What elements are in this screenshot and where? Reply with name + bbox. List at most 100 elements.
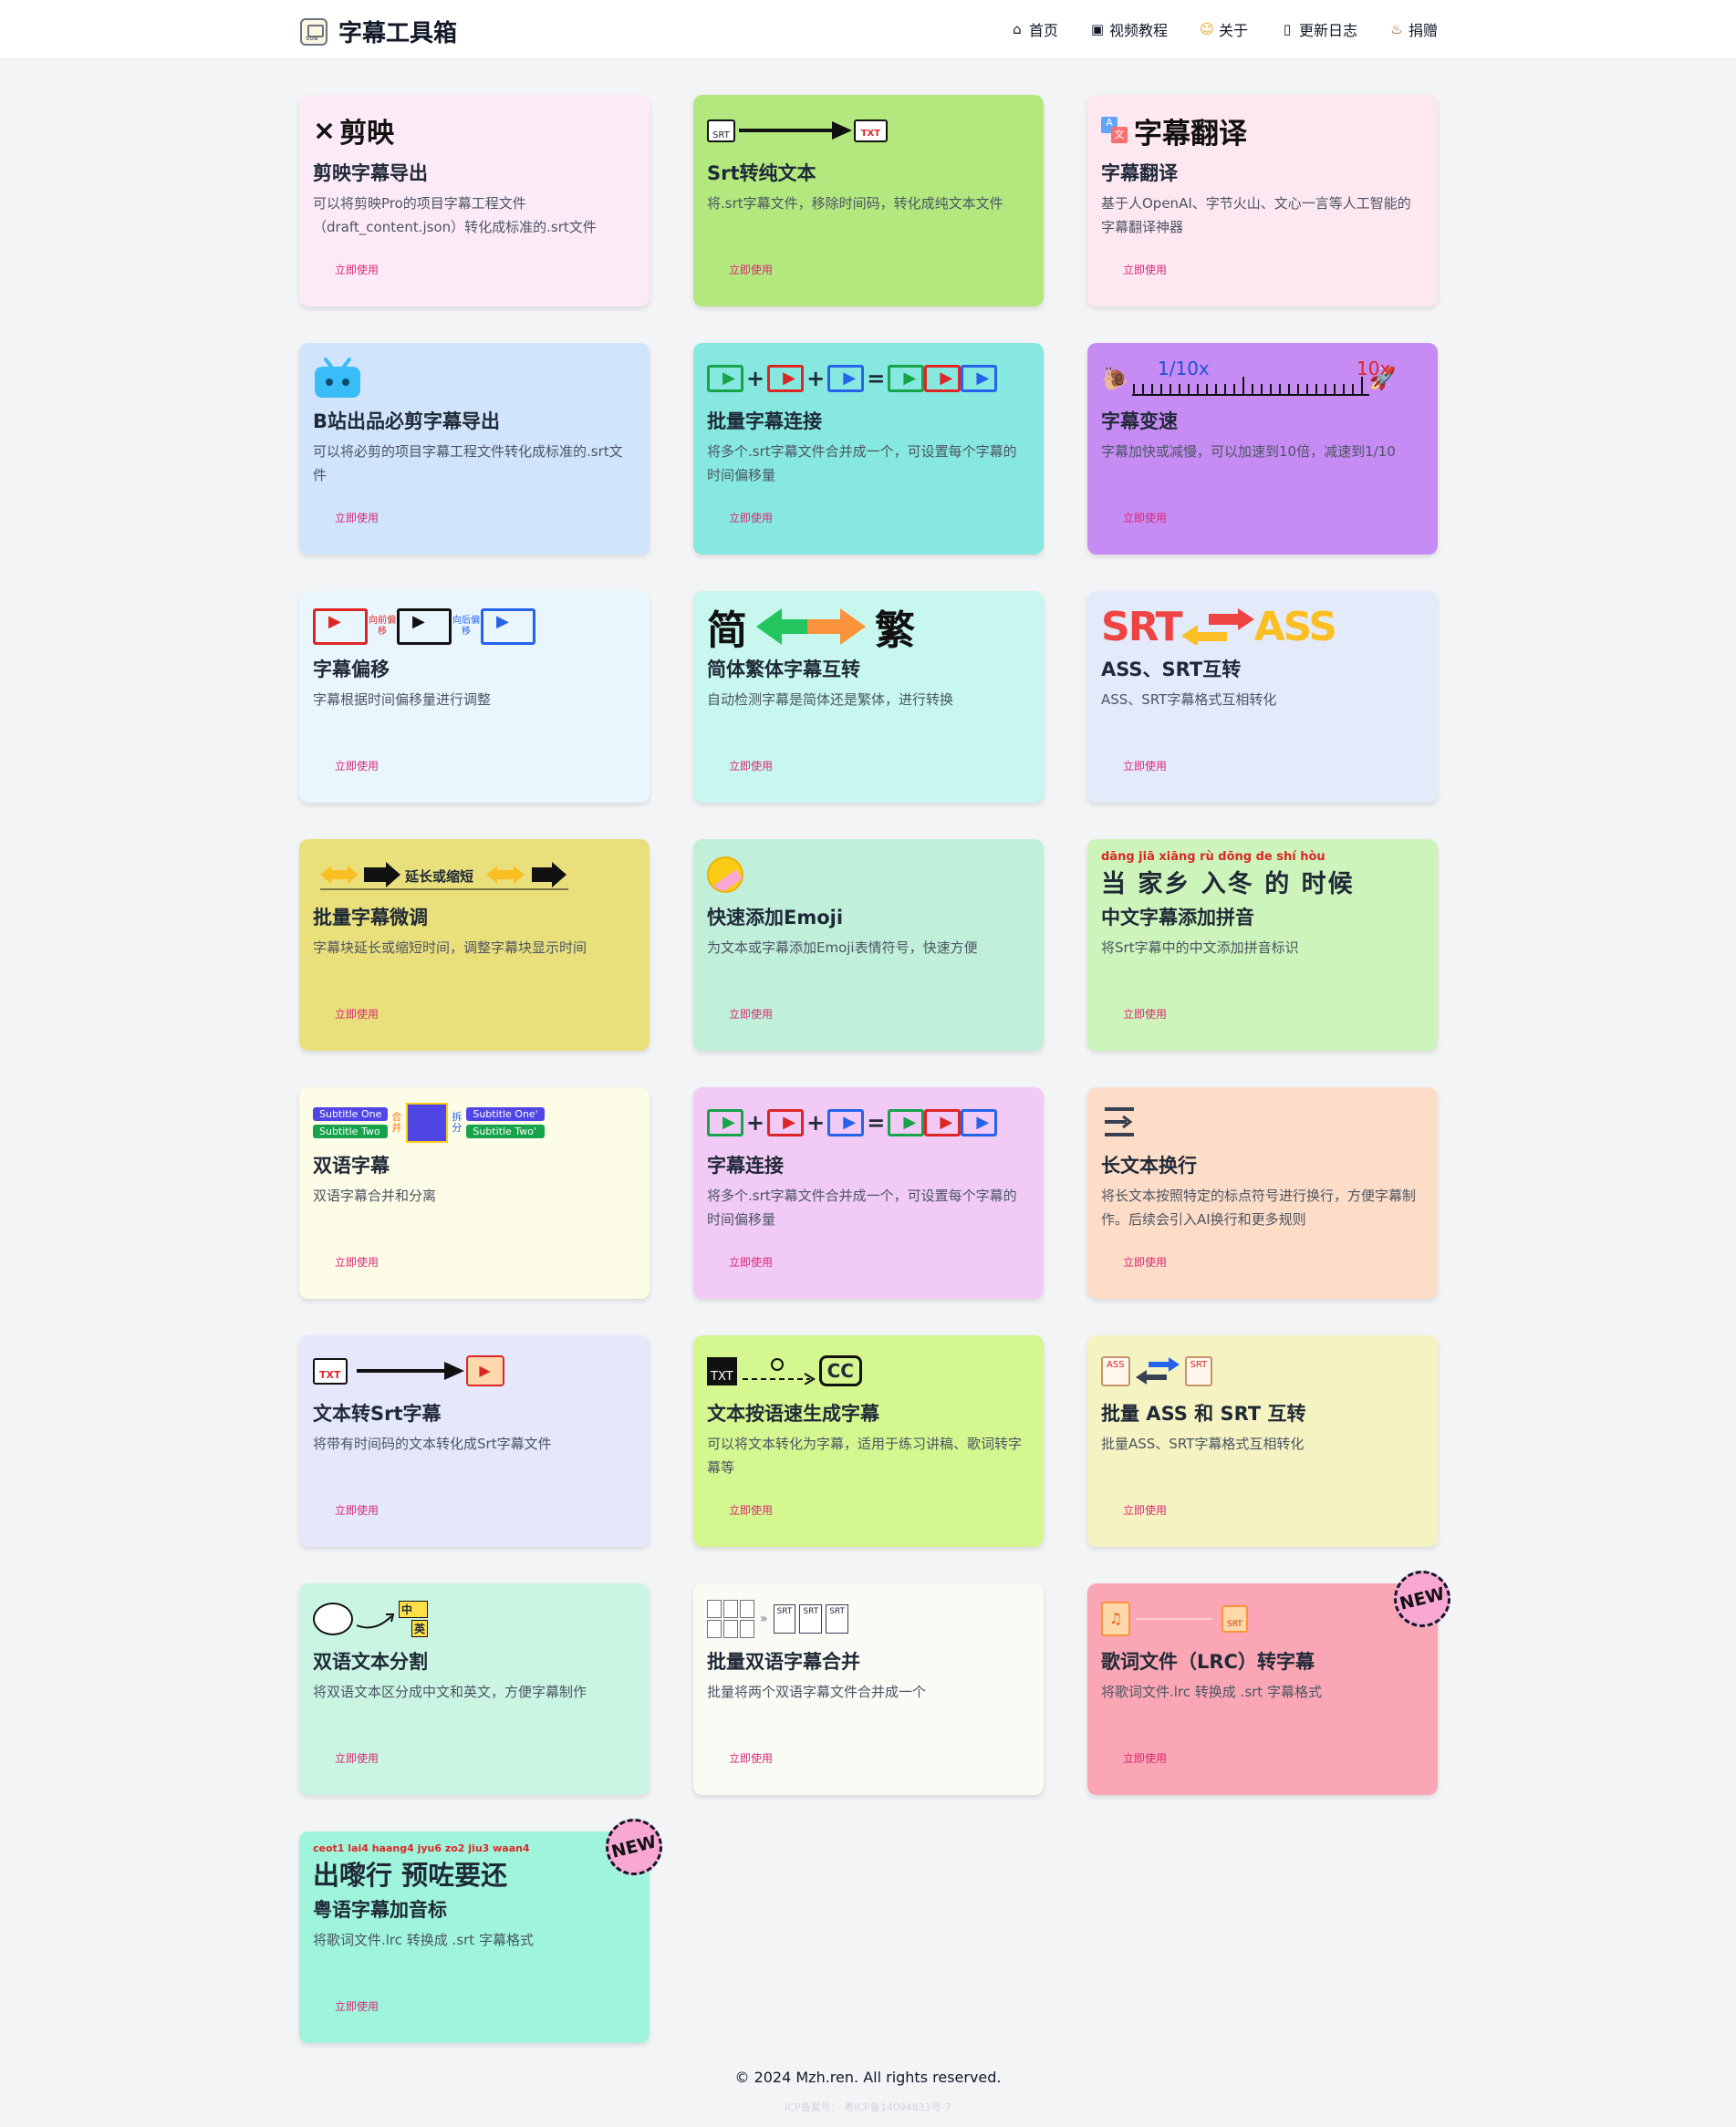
- tool-card-jianying-export[interactable]: ⨯ 剪映 剪映字幕导出 可以将剪映Pro的项目字幕工程文件（draft_conte…: [299, 95, 650, 306]
- snail-icon: 🐌: [1101, 366, 1128, 391]
- card-desc: 将带有时间码的文本转化成Srt字幕文件: [313, 1436, 552, 1452]
- nav-about[interactable]: ☺ 关于: [1199, 18, 1248, 40]
- use-now-button[interactable]: 立即使用: [335, 1006, 379, 1022]
- nav-video-tutorial[interactable]: ▣ 视频教程: [1089, 18, 1168, 40]
- tool-card-line-wrap[interactable]: 长文本换行 将长文本按照特定的标点符号进行换行，方便字幕制作。后续会引入AI换行…: [1087, 1087, 1438, 1299]
- nav-changelog[interactable]: ▯ 更新日志: [1279, 18, 1357, 40]
- use-now-button[interactable]: 立即使用: [729, 758, 773, 773]
- use-now-button[interactable]: 立即使用: [729, 1750, 773, 1766]
- film-icon: [481, 608, 535, 645]
- use-now-button[interactable]: 立即使用: [1123, 1502, 1167, 1518]
- use-now-button[interactable]: 立即使用: [729, 262, 773, 277]
- film-icon: [767, 1109, 805, 1136]
- use-now-button[interactable]: 立即使用: [729, 510, 773, 525]
- use-now-button[interactable]: 立即使用: [335, 1502, 379, 1518]
- use-now-button[interactable]: 立即使用: [335, 510, 379, 525]
- use-now-button[interactable]: 立即使用: [335, 1998, 379, 2014]
- tool-card-concat[interactable]: ++= 字幕连接 将多个.srt字幕文件合并成一个，可设置每个字幕的时间偏移量 …: [693, 1087, 1044, 1299]
- card-desc: 将歌词文件.lrc 转换成 .srt 字幕格式: [1101, 1684, 1322, 1700]
- tool-card-batch-adjust[interactable]: 延长或缩短 批量字幕微调 字幕块延长或缩短时间，调整字幕块显示时间 立即使用: [299, 839, 650, 1051]
- tool-card-text-to-srt[interactable]: TXT ▶ 文本转Srt字幕 将带有时间码的文本转化成Srt字幕文件 立即使用: [299, 1335, 650, 1547]
- traditional-char: 繁: [875, 607, 915, 654]
- film-icon: [767, 365, 805, 392]
- film-icon: [888, 1109, 925, 1136]
- tool-card-srt-to-text[interactable]: SRT TXT Srt转纯文本 将.srt字幕文件，移除时间码，转化成纯文本文件…: [693, 95, 1044, 306]
- stretch-label: 延长或缩短: [405, 868, 474, 885]
- text-wrap-icon: [1105, 1107, 1134, 1136]
- dashed-arrow-icon: [742, 1358, 816, 1385]
- card-title: 双语文本分割: [313, 1651, 428, 1673]
- translate-logo-text: 字幕翻译: [1134, 117, 1247, 150]
- subtitle-two-tag: Subtitle Two': [466, 1125, 545, 1138]
- emoji-ball-icon: [707, 856, 743, 893]
- brand[interactable]: 字幕工具箱: [300, 15, 457, 48]
- music-file-icon: ♫: [1101, 1602, 1130, 1636]
- tool-card-batch-ass-srt[interactable]: ASS SRT 批量 ASS 和 SRT 互转 批量ASS、SRT字幕格式互相转…: [1087, 1335, 1438, 1547]
- film-icon: [888, 365, 925, 392]
- tool-card-bilibili-bijian[interactable]: B站出品必剪字幕导出 可以将必剪的项目字幕工程文件转化成标准的.srt文件 立即…: [299, 343, 650, 555]
- card-title: 文本按语速生成字幕: [707, 1403, 879, 1425]
- merge-label: 合并: [391, 1111, 402, 1134]
- film-icon: [961, 1109, 998, 1136]
- tool-card-speed[interactable]: 🐌 1/10x 10x 🚀 字幕变速 字幕加快或减慢，可以加速到10倍，减速到1…: [1087, 343, 1438, 555]
- srt-file-icon: SRT: [707, 119, 735, 142]
- footer-icp-link[interactable]: ICP备案号： 粤ICP备14094833号-7: [0, 2100, 1736, 2114]
- tool-card-speech-rate[interactable]: TXT CC 文本按语速生成字幕 可以将文本转化为字幕，适用于练习讲稿、歌词转字…: [693, 1335, 1044, 1547]
- tool-card-emoji[interactable]: 快速添加Emoji 为文本或字幕添加Emoji表情符号，快速方便 立即使用: [693, 839, 1044, 1051]
- nav-donate[interactable]: ♨ 捐赠: [1388, 18, 1438, 40]
- card-title: 字幕变速: [1101, 410, 1178, 432]
- film-icon: [313, 608, 368, 645]
- use-now-button[interactable]: 立即使用: [729, 1254, 773, 1270]
- card-desc: ASS、SRT字幕格式互相转化: [1101, 691, 1277, 708]
- video-icon: ▣: [1090, 21, 1105, 37]
- lrc-to-srt-icon: ♫ SRT: [1101, 1596, 1424, 1642]
- txt-file-icon: TXT: [313, 1357, 348, 1385]
- srt-file-icon: SRT: [773, 1604, 796, 1634]
- card-title: 歌词文件（LRC）转字幕: [1101, 1651, 1315, 1673]
- use-now-button[interactable]: 立即使用: [335, 758, 379, 773]
- tool-card-bilingual[interactable]: Subtitle One Subtitle Two 合并 拆分 Subtitle…: [299, 1087, 650, 1299]
- txt-to-srt-icon: TXT ▶: [313, 1348, 636, 1394]
- card-title: 批量字幕微调: [313, 907, 428, 929]
- text-to-cc-icon: TXT CC: [707, 1348, 1030, 1394]
- card-title: 双语字幕: [313, 1155, 390, 1177]
- tool-card-batch-concat[interactable]: ++= 批量字幕连接 将多个.srt字幕文件合并成一个，可设置每个字幕的时间偏移…: [693, 343, 1044, 555]
- film-icon: [827, 365, 865, 392]
- use-now-button[interactable]: 立即使用: [335, 1254, 379, 1270]
- use-now-button[interactable]: 立即使用: [335, 262, 379, 277]
- nav-home[interactable]: ⌂ 首页: [1009, 18, 1058, 40]
- bilibili-tv-icon: [313, 356, 636, 401]
- shift-back-label: 向后偏移: [452, 616, 480, 637]
- srt-file-icon: SRT: [826, 1604, 849, 1634]
- use-now-button[interactable]: 立即使用: [1123, 758, 1167, 773]
- nav-label: 关于: [1218, 22, 1248, 39]
- use-now-button[interactable]: 立即使用: [1123, 262, 1167, 277]
- tool-card-simp-trad[interactable]: 简 繁 简体繁体字幕互转 自动检测字幕是简体还是繁体，进行转换 立即使用: [693, 591, 1044, 803]
- jianying-logo-text: 剪映: [339, 118, 395, 150]
- card-desc: 将双语文本区分成中文和英文，方便字幕制作: [313, 1684, 587, 1700]
- card-title: 批量双语字幕合并: [707, 1651, 860, 1673]
- top-nav: ⌂ 首页 ▣ 视频教程 ☺ 关于 ▯ 更新日志 ♨ 捐赠: [1009, 18, 1438, 40]
- tool-card-batch-bilingual-merge[interactable]: » SRT SRT SRT 批量双语字幕合并 批量将两个双语字幕文件合并成一个 …: [693, 1583, 1044, 1795]
- tool-card-subtitle-translate[interactable]: A 文 字幕翻译 字幕翻译 基于人OpenAI、字节火山、文心一言等人工智能的字…: [1087, 95, 1438, 306]
- speed-ruler-icon: [1131, 377, 1369, 396]
- tool-card-bilingual-split[interactable]: 中 英 双语文本分割 将双语文本区分成中文和英文，方便字幕制作 立即使用: [299, 1583, 650, 1795]
- card-desc: 可以将剪映Pro的项目字幕工程文件（draft_content.json）转化成…: [313, 195, 597, 235]
- card-title: 长文本换行: [1101, 1155, 1197, 1177]
- tool-card-cantonese-jyutping[interactable]: ceot1 lai4 haang4 jyu6 zo2 jiu3 waan4 出嚟…: [299, 1812, 669, 2043]
- tool-card-ass-srt[interactable]: SRT ASS ASS、SRT互转 ASS、SRT字幕格式互相转化 立即使用: [1087, 591, 1438, 803]
- use-now-button[interactable]: 立即使用: [1123, 510, 1167, 525]
- film-icon: [924, 365, 962, 392]
- ass-srt-icon: SRT ASS: [1101, 604, 1424, 650]
- tool-card-pinyin[interactable]: dāng jiā xiāng rù dōng de shí hòu 当 家乡 入…: [1087, 839, 1438, 1051]
- use-now-button[interactable]: 立即使用: [335, 1750, 379, 1766]
- use-now-button[interactable]: 立即使用: [1123, 1006, 1167, 1022]
- tool-card-lrc-to-srt[interactable]: ♫ SRT 歌词文件（LRC）转字幕 将歌词文件.lrc 转换成 .srt 字幕…: [1087, 1564, 1457, 1795]
- use-now-button[interactable]: 立即使用: [729, 1502, 773, 1518]
- tool-card-offset[interactable]: 向前偏移 向后偏移 字幕偏移 字幕根据时间偏移量进行调整 立即使用: [299, 591, 650, 803]
- use-now-button[interactable]: 立即使用: [1123, 1750, 1167, 1766]
- use-now-button[interactable]: 立即使用: [1123, 1254, 1167, 1270]
- use-now-button[interactable]: 立即使用: [729, 1006, 773, 1022]
- pinyin-text: dāng jiā xiāng rù dōng de shí hòu: [1101, 850, 1325, 864]
- card-title: 剪映字幕导出: [313, 162, 428, 184]
